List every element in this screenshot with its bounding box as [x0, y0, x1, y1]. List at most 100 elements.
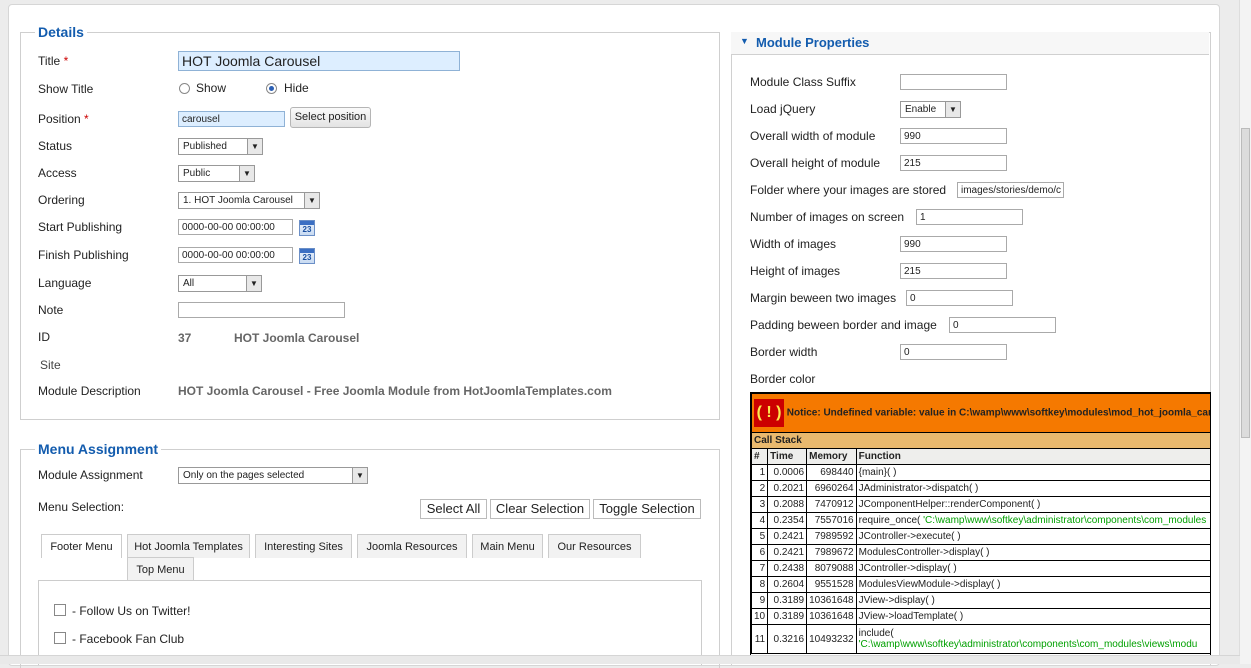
language-label: Language	[38, 276, 92, 290]
access-value: Public	[183, 168, 211, 179]
stack-time: 0.2604	[767, 576, 808, 593]
access-select[interactable]: Public ▼	[178, 165, 255, 182]
id-module-name: HOT Joomla Carousel	[234, 331, 360, 345]
call-stack-row: 10 0.3189 10361648 JView->loadTemplate( )	[751, 608, 1210, 625]
function-name: ModulesViewModule->display( )	[858, 579, 1001, 590]
margin-label: Margin beween two images	[750, 291, 897, 305]
note-input[interactable]	[178, 302, 345, 318]
border-width-input[interactable]: 0	[900, 344, 1007, 360]
calendar-icon[interactable]: 23	[299, 220, 315, 236]
tab-main-menu[interactable]: Main Menu	[472, 534, 543, 558]
ordering-select[interactable]: 1. HOT Joomla Carousel ▼	[178, 192, 320, 209]
module-assignment-select[interactable]: Only on the pages selected ▼	[178, 467, 368, 484]
stack-function: JController->execute( )	[855, 528, 1210, 545]
status-value: Published	[183, 141, 227, 152]
menu-item-checkbox[interactable]	[54, 632, 66, 644]
tab-hot-joomla-templates[interactable]: Hot Joomla Templates	[127, 534, 250, 558]
image-folder-input[interactable]: images/stories/demo/c	[957, 182, 1064, 198]
function-name: JComponentHelper::renderComponent( )	[858, 499, 1041, 510]
stack-memory: 7557016	[806, 512, 857, 529]
details-legend: Details	[38, 24, 84, 40]
stack-num: 7	[751, 560, 769, 577]
height-images-label: Height of images	[750, 264, 841, 278]
horizontal-scrollbar[interactable]	[0, 655, 1240, 664]
chevron-down-icon: ▼	[304, 193, 319, 208]
function-path: 'C:\wamp\www\softkey\administrator\compo…	[858, 639, 1198, 650]
overall-height-input[interactable]: 215	[900, 155, 1007, 171]
load-jquery-label: Load jQuery	[750, 102, 816, 116]
tab-interesting-sites[interactable]: Interesting Sites	[255, 534, 352, 558]
chevron-down-icon: ▼	[945, 102, 960, 117]
menu-items-panel	[38, 580, 702, 665]
hide-radio[interactable]	[266, 83, 277, 94]
position-input[interactable]: carousel	[178, 111, 285, 127]
show-radio[interactable]	[179, 83, 190, 94]
select-position-button[interactable]: Select position	[290, 107, 371, 128]
stack-num: 1	[751, 464, 769, 481]
function-name: JView->loadTemplate( )	[858, 611, 964, 622]
margin-input[interactable]: 0	[906, 290, 1013, 306]
class-suffix-input[interactable]	[900, 74, 1007, 90]
function-name: JAdministrator->dispatch( )	[858, 483, 979, 494]
menu-item-label: - Follow Us on Twitter!	[72, 604, 191, 618]
stack-num: 10	[751, 608, 769, 625]
language-select[interactable]: All ▼	[178, 275, 262, 292]
stack-time: 0.2021	[767, 480, 808, 497]
title-label: Title *	[38, 54, 69, 68]
call-stack-row: 7 0.2438 8079088 JController->display( )	[751, 560, 1210, 577]
chevron-down-icon: ▼	[247, 139, 262, 154]
select-all-button[interactable]: Select All	[420, 499, 487, 519]
show-title-label: Show Title	[38, 82, 94, 96]
border-color-label: Border color	[750, 372, 816, 386]
stack-function: JComponentHelper::renderComponent( )	[855, 496, 1210, 513]
status-select[interactable]: Published ▼	[178, 138, 263, 155]
stack-num: 9	[751, 592, 769, 609]
scrollbar-thumb[interactable]	[1241, 128, 1250, 438]
notice-text: Notice: Undefined variable: value in C:\…	[786, 407, 1211, 419]
details-fieldset: Details	[20, 24, 720, 420]
tab-our-resources[interactable]: Our Resources	[548, 534, 641, 558]
tab-joomla-resources[interactable]: Joomla Resources	[357, 534, 467, 558]
stack-memory: 9551528	[806, 576, 857, 593]
num-images-input[interactable]: 1	[916, 209, 1023, 225]
menu-item-checkbox[interactable]	[54, 604, 66, 616]
class-suffix-label: Module Class Suffix	[750, 75, 856, 89]
header-memory: Memory	[806, 448, 857, 465]
finish-publishing-input[interactable]: 0000-00-00 00:00:00	[178, 247, 293, 263]
stack-time: 0.2354	[767, 512, 808, 529]
overall-width-input[interactable]: 990	[900, 128, 1007, 144]
module-description-label: Module Description	[38, 384, 141, 398]
calendar-icon[interactable]: 23	[299, 248, 315, 264]
call-stack-row: 4 0.2354 7557016 require_once( 'C:\wamp\www…	[751, 512, 1210, 529]
tab-top-menu[interactable]: Top Menu	[127, 557, 194, 581]
vertical-scrollbar[interactable]	[1239, 0, 1251, 664]
toggle-selection-button[interactable]: Toggle Selection	[593, 499, 701, 519]
load-jquery-select[interactable]: Enable ▼	[900, 101, 961, 118]
call-stack-row: 1 0.0006 698440 {main}( )	[751, 464, 1210, 481]
height-images-input[interactable]: 215	[900, 263, 1007, 279]
function-name: JView->display( )	[858, 595, 935, 606]
title-input[interactable]: HOT Joomla Carousel	[178, 51, 460, 71]
image-folder-label: Folder where your images are stored	[750, 183, 947, 197]
clear-selection-button[interactable]: Clear Selection	[490, 499, 590, 519]
function-name: JController->display( )	[858, 563, 957, 574]
overall-width-label: Overall width of module	[750, 129, 876, 143]
module-properties-header[interactable]: ▼ Module Properties	[731, 32, 1209, 55]
width-images-input[interactable]: 990	[900, 236, 1007, 252]
access-label: Access	[38, 166, 77, 180]
call-stack-row: 6 0.2421 7989672 ModulesController->display…	[751, 544, 1210, 561]
stack-function: JController->display( )	[855, 560, 1210, 577]
function-name: require_once(	[858, 515, 924, 526]
finish-publishing-label: Finish Publishing	[38, 248, 129, 262]
chevron-down-icon: ▼	[246, 276, 261, 291]
start-publishing-input[interactable]: 0000-00-00 00:00:00	[178, 219, 293, 235]
padding-input[interactable]: 0	[949, 317, 1056, 333]
module-description-value: HOT Joomla Carousel - Free Joomla Module…	[178, 384, 612, 398]
tab-footer-menu[interactable]: Footer Menu	[41, 534, 122, 558]
header-num: #	[751, 448, 769, 465]
stack-num: 8	[751, 576, 769, 593]
call-stack-title: Call Stack	[751, 432, 1210, 449]
stack-function: include('C:\wamp\www\softkey\administrat…	[855, 624, 1210, 654]
error-icon: ( ! )	[754, 399, 784, 427]
call-stack-row: 5 0.2421 7989592 JController->execute( )	[751, 528, 1210, 545]
